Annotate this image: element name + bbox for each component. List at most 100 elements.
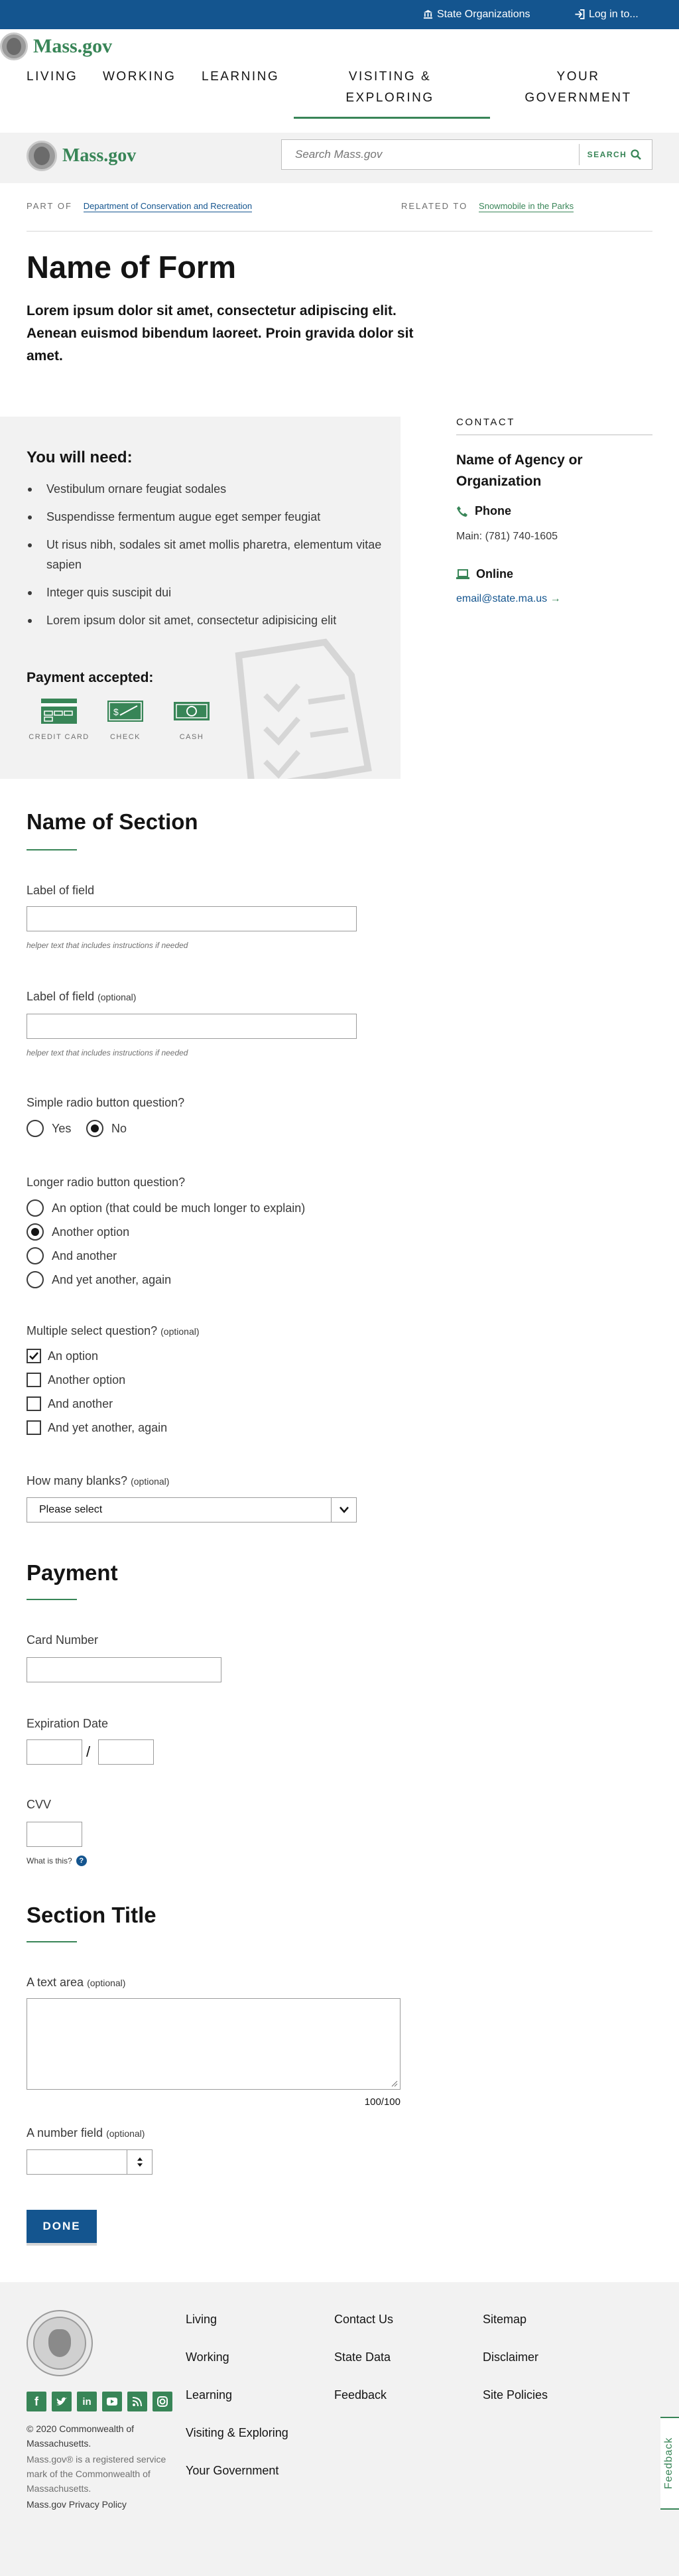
page-title: Name of Form	[27, 249, 236, 285]
radio-option-3[interactable]: And another	[27, 1247, 117, 1264]
nav-visiting-exploring[interactable]: VISITING & EXPLORING	[330, 66, 450, 109]
checkbox-option-4[interactable]: And yet another, again	[27, 1420, 167, 1435]
exp-year-input[interactable]	[98, 1739, 154, 1765]
state-organizations-link[interactable]: State Organizations	[423, 0, 530, 29]
cvv-label: CVV	[27, 1798, 52, 1811]
card-number-label: Card Number	[27, 1633, 99, 1647]
checkbox-option-2[interactable]: Another option	[27, 1373, 125, 1387]
linkedin-icon[interactable]: in	[77, 2392, 97, 2411]
instagram-icon[interactable]	[153, 2392, 172, 2411]
select-value: Please select	[39, 1504, 103, 1515]
related-to-link[interactable]: Snowmobile in the Parks	[479, 201, 574, 212]
email-link[interactable]: email@state.ma.us →	[456, 593, 561, 605]
radio-yes[interactable]: Yes	[27, 1120, 71, 1137]
checkbox	[27, 1373, 41, 1387]
facebook-icon[interactable]: f	[27, 2392, 46, 2411]
field2-helper: helper text that includes instructions i…	[27, 1048, 188, 1057]
phone-number[interactable]: (781) 740-1605	[485, 531, 558, 542]
payment-accepted-title: Payment accepted:	[27, 670, 154, 685]
list-item: Suspendisse fermentum augue eget semper …	[27, 507, 385, 527]
radio-option-2[interactable]: Another option	[27, 1223, 129, 1241]
radio-circle	[27, 1199, 44, 1217]
logo-text: Mass.gov	[33, 35, 113, 57]
online-label: Online	[476, 567, 514, 580]
section-rule	[27, 1599, 77, 1600]
exp-month-input[interactable]	[27, 1739, 82, 1765]
character-counter: 100/100	[364, 2096, 401, 2108]
login-link[interactable]: Log in to...	[574, 0, 639, 29]
textarea-label: A text area (optional)	[27, 1976, 125, 1990]
checkbox-label: Another option	[48, 1373, 126, 1387]
list-item: Vestibulum ornare feugiat sodales	[27, 479, 385, 499]
field1-label: Label of field	[27, 884, 95, 897]
email-address: email@state.ma.us	[456, 593, 548, 604]
footer-link-state-data[interactable]: State Data	[334, 2350, 391, 2364]
radio-no[interactable]: No	[86, 1120, 127, 1137]
radio-label: And yet another, again	[52, 1272, 172, 1286]
site-logo[interactable]: Mass.gov	[27, 141, 136, 171]
footer-link-visiting[interactable]: Visiting & Exploring	[186, 2426, 288, 2440]
footer-link-government[interactable]: Your Government	[186, 2464, 278, 2478]
number-stepper[interactable]	[127, 2150, 152, 2174]
nav-living[interactable]: LIVING	[27, 66, 78, 88]
header-logo[interactable]: Mass.gov	[0, 29, 112, 64]
logo-text: Mass.gov	[62, 145, 137, 166]
radio-option-4[interactable]: And yet another, again	[27, 1271, 171, 1288]
radio-circle	[27, 1247, 44, 1264]
resize-handle-icon[interactable]	[391, 2080, 398, 2087]
radio-circle-selected	[27, 1223, 44, 1241]
related-to-label: RELATED TO	[401, 201, 468, 211]
cvv-help[interactable]: What is this? ?	[27, 1856, 87, 1866]
done-button[interactable]: DONE	[27, 2210, 97, 2243]
phone-label: Phone	[475, 504, 512, 517]
rss-icon[interactable]	[127, 2392, 147, 2411]
card-number-input[interactable]	[27, 1657, 221, 1682]
cvv-input[interactable]	[27, 1822, 82, 1847]
login-icon	[575, 9, 585, 19]
field2-input[interactable]	[27, 1014, 357, 1039]
privacy-policy-link[interactable]: Mass.gov Privacy Policy	[27, 2497, 179, 2512]
text-area[interactable]	[27, 1998, 401, 2090]
radio-label: And another	[52, 1249, 117, 1262]
footer-link-learning[interactable]: Learning	[186, 2388, 232, 2402]
checkbox	[27, 1420, 41, 1435]
number-input[interactable]	[27, 2149, 153, 2175]
part-of-link[interactable]: Department of Conservation and Recreatio…	[83, 201, 253, 212]
radio-circle	[27, 1271, 44, 1288]
footer-link-feedback[interactable]: Feedback	[334, 2388, 387, 2402]
requirements-title: You will need:	[27, 448, 133, 466]
field1-input[interactable]	[27, 906, 357, 931]
footer-link-site-policies[interactable]: Site Policies	[483, 2388, 548, 2402]
number-field-label: A number field (optional)	[27, 2126, 145, 2140]
svg-text:$: $	[113, 707, 119, 717]
checkbox-option-1[interactable]: An option	[27, 1349, 98, 1363]
requirements-box: You will need: Vestibulum ornare feugiat…	[0, 417, 401, 779]
nav-learning[interactable]: LEARNING	[202, 66, 279, 88]
chevron-down-icon	[331, 1498, 356, 1522]
footer-link-sitemap[interactable]: Sitemap	[483, 2313, 526, 2327]
form-document-icon	[235, 638, 372, 779]
optional-tag: (optional)	[97, 992, 137, 1002]
cash-icon	[174, 702, 210, 720]
feedback-tab[interactable]: Feedback	[660, 2417, 679, 2510]
part-of: PART OF Department of Conservation and R…	[27, 201, 253, 212]
search-icon	[631, 149, 642, 160]
footer-link-contact[interactable]: Contact Us	[334, 2313, 393, 2327]
footer-link-living[interactable]: Living	[186, 2313, 217, 2327]
twitter-icon[interactable]	[52, 2392, 72, 2411]
search-button[interactable]: SEARCH	[579, 144, 649, 165]
divider	[27, 231, 652, 232]
checkbox-option-3[interactable]: And another	[27, 1396, 113, 1411]
field2-label-text: Label of field	[27, 990, 95, 1003]
blanks-select[interactable]: Please select	[27, 1497, 357, 1523]
radio-option-1[interactable]: An option (that could be much longer to …	[27, 1199, 305, 1217]
youtube-icon[interactable]	[102, 2392, 122, 2411]
footer-link-working[interactable]: Working	[186, 2350, 229, 2364]
radio-circle-selected	[86, 1120, 103, 1137]
simple-radio-question: Simple radio button question?	[27, 1096, 185, 1109]
nav-working[interactable]: WORKING	[103, 66, 176, 88]
search-input[interactable]	[282, 140, 579, 169]
expiration-label: Expiration Date	[27, 1717, 109, 1730]
footer-link-disclaimer[interactable]: Disclaimer	[483, 2350, 538, 2364]
nav-your-government[interactable]: YOUR GOVERNMENT	[512, 66, 645, 109]
